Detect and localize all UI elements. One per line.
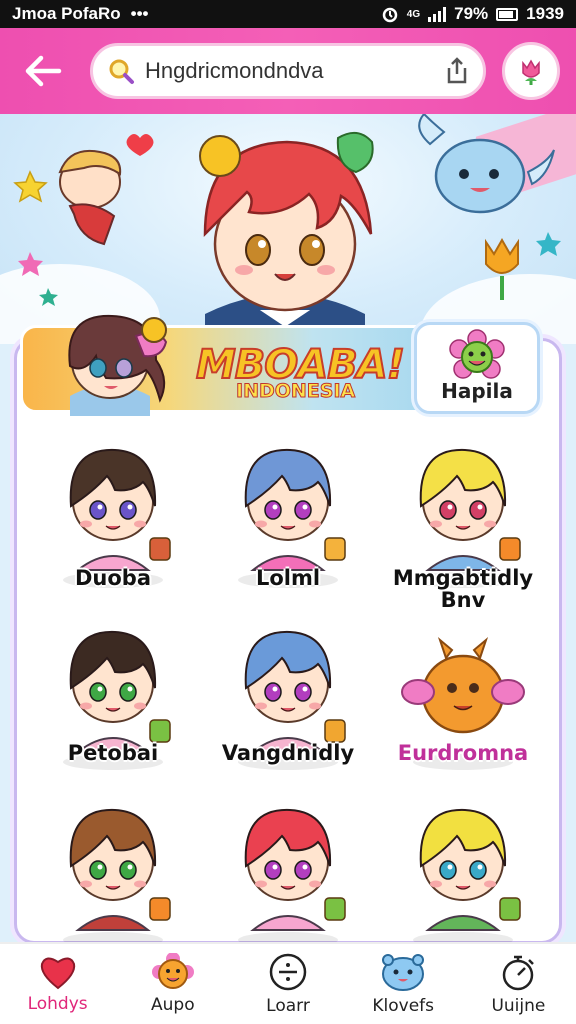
battery-percent: 79% [454, 4, 489, 23]
nav-item-aupo[interactable]: Aupo [115, 944, 230, 1024]
status-bar: Jmoa PofaRo ••• 4G 79% 1939 [0, 0, 576, 28]
character-label: Mmgabtidly Bnv [392, 566, 534, 612]
character-card[interactable]: Lolml [203, 440, 373, 610]
character-card[interactable]: Duoba [28, 440, 198, 610]
star-icon [39, 288, 58, 306]
character-card[interactable]: Vangdnidly [203, 622, 373, 792]
smiley-flower-icon [151, 953, 194, 989]
blue-blob-icon [382, 954, 425, 991]
heart-icon [40, 957, 75, 990]
character-label: Eurdromna [397, 741, 529, 765]
search-icon [109, 59, 134, 84]
nav-label: Loarr [266, 996, 310, 1016]
carrier-text: Jmoa PofaRo [12, 4, 121, 23]
character-label: Lolml [255, 566, 321, 590]
character-label: Duoba [74, 566, 151, 590]
nav-label: Uuijne [491, 996, 546, 1016]
star-icon [536, 232, 561, 256]
tulip-icon [485, 237, 519, 300]
star-icon [18, 252, 43, 276]
nav-item-uuijne[interactable]: Uuijne [461, 944, 576, 1024]
banner-character [68, 314, 168, 416]
battery-icon [496, 7, 519, 21]
character-card[interactable]: Eurdromna [378, 622, 548, 792]
back-button[interactable] [14, 42, 72, 100]
profile-avatar[interactable] [502, 42, 560, 100]
app-header [0, 28, 576, 114]
nav-item-lohdys[interactable]: Lohdys [0, 944, 115, 1024]
character-card[interactable]: Petobai [28, 622, 198, 792]
network-type: 4G [406, 8, 421, 20]
character-avatar [69, 448, 171, 571]
character-label: Petobai [67, 741, 159, 765]
stopwatch-icon [503, 955, 535, 991]
cupid-character [58, 150, 122, 246]
character-label: Vangdnidly [221, 741, 355, 765]
character-avatar [419, 448, 521, 571]
arrow-left-icon [25, 55, 62, 87]
nav-item-loarr[interactable]: Loarr [230, 944, 345, 1024]
search-bar[interactable] [90, 43, 486, 99]
main-character [199, 131, 374, 344]
share-icon[interactable] [443, 56, 471, 86]
more-indicator: ••• [130, 4, 149, 23]
search-input[interactable] [145, 58, 443, 84]
alarm-icon [382, 7, 398, 23]
nav-label: Klovefs [372, 996, 435, 1016]
featured-button[interactable]: Hapila [414, 322, 540, 414]
blue-creature [418, 114, 555, 214]
character-card[interactable]: Mmgabtidly Bnv [378, 440, 548, 612]
clock: 1939 [526, 4, 564, 23]
smiley-flower-icon [449, 329, 505, 379]
tulip-icon [522, 59, 540, 85]
character-avatar [244, 808, 346, 931]
nav-label: Lohdys [27, 994, 88, 1014]
star-icon [13, 170, 48, 203]
character-avatar [244, 448, 346, 571]
signal-icon [428, 6, 447, 22]
nav-item-klovefs[interactable]: Klovefs [346, 944, 461, 1024]
banner-subtitle: INDONESIA [235, 380, 356, 403]
bottom-nav: Lohdys Aupo Loarr Klovefs Uuijne [0, 942, 576, 1024]
character-avatar [69, 808, 171, 931]
nav-label: Aupo [151, 995, 195, 1015]
divide-icon [269, 953, 307, 991]
character-avatar [419, 808, 521, 931]
heart-icon [126, 134, 154, 156]
